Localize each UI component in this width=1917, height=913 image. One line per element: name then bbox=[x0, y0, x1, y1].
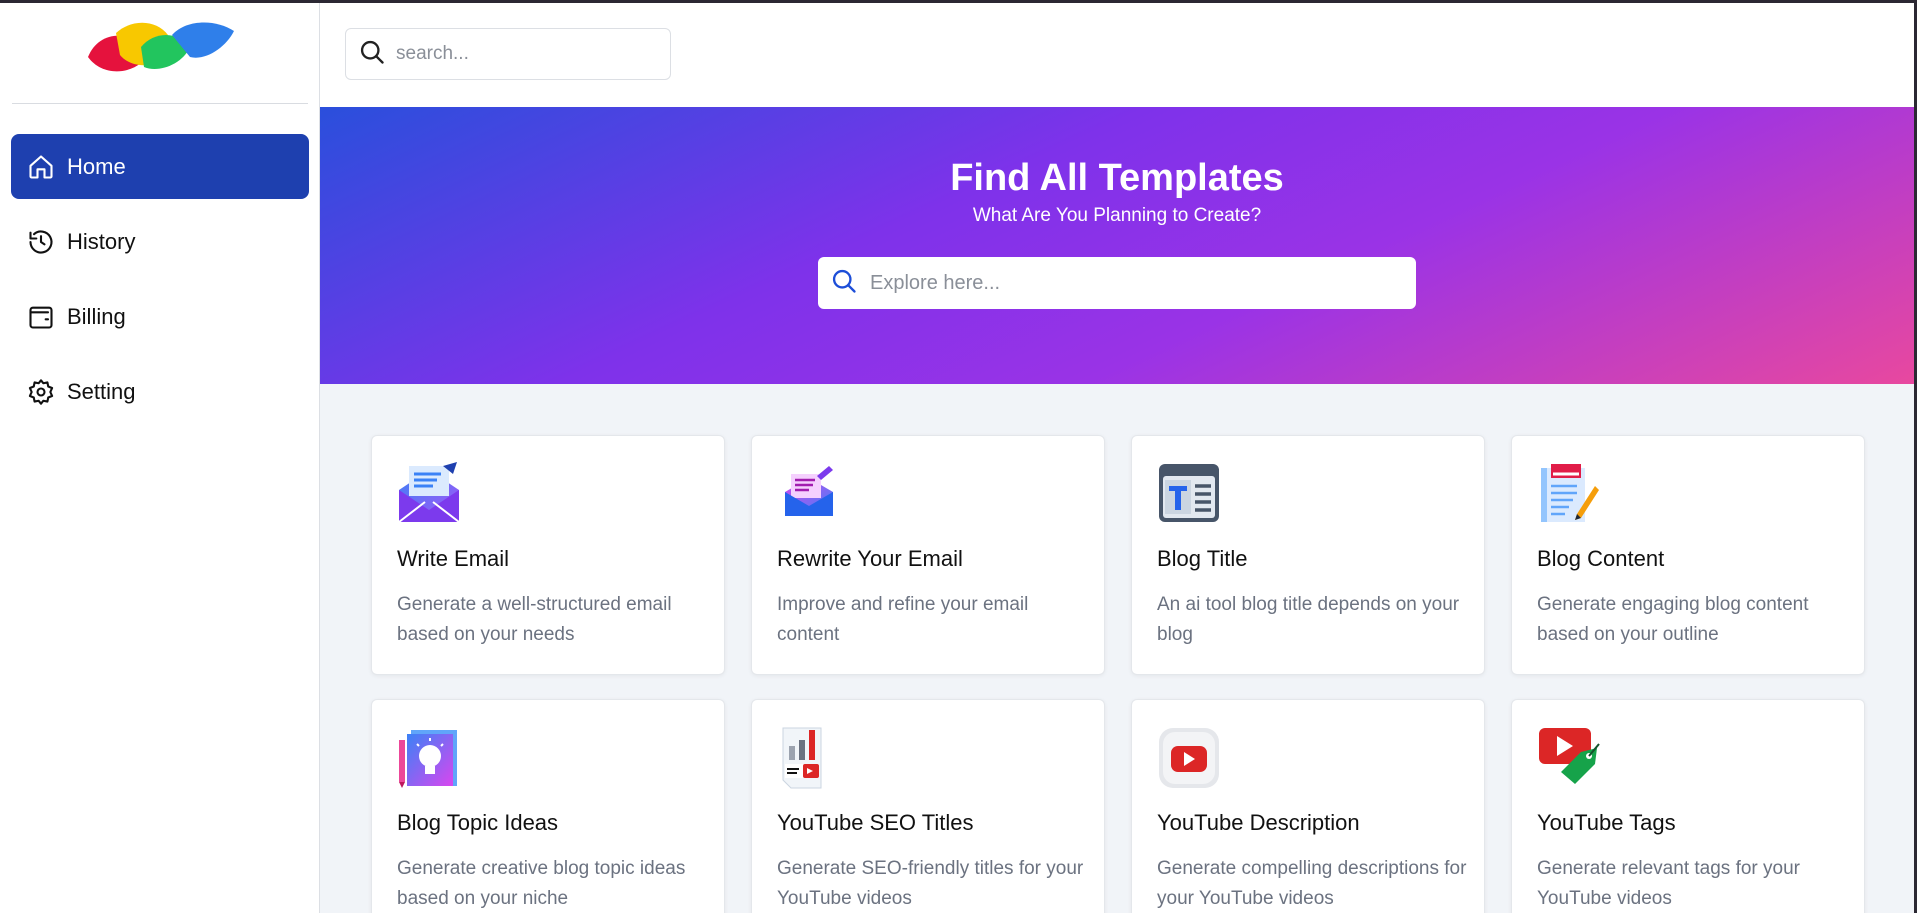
template-search-input[interactable] bbox=[870, 271, 1410, 295]
template-card-youtube-seo-titles[interactable]: YouTube SEO Titles Generate SEO-friendly… bbox=[751, 699, 1105, 913]
template-area: Write Email Generate a well-structured e… bbox=[320, 384, 1914, 913]
template-title: Rewrite Your Email bbox=[777, 546, 963, 571]
template-card-rewrite-email[interactable]: Rewrite Your Email Improve and refine yo… bbox=[751, 435, 1105, 675]
template-description: Improve and refine your email content bbox=[777, 594, 1029, 645]
email-edit-icon bbox=[777, 462, 841, 526]
youtube-play-icon bbox=[1157, 726, 1221, 790]
history-icon bbox=[27, 228, 55, 256]
sidebar-item-label: History bbox=[67, 228, 136, 254]
sidebar-nav: Home History Billing Setting bbox=[11, 134, 309, 434]
sidebar-item-home[interactable]: Home bbox=[11, 134, 309, 199]
youtube-tag-icon bbox=[1537, 726, 1601, 790]
logo-divider bbox=[12, 103, 308, 104]
template-title: YouTube SEO Titles bbox=[777, 810, 974, 835]
search-icon bbox=[358, 38, 396, 71]
template-description: Generate creative blog topic ideas based… bbox=[397, 858, 686, 909]
template-title: YouTube Tags bbox=[1537, 810, 1676, 835]
sidebar: Home History Billing Setting bbox=[0, 3, 320, 913]
sidebar-item-label: Home bbox=[67, 153, 126, 179]
template-card-blog-content[interactable]: Blog Content Generate engaging blog cont… bbox=[1511, 435, 1865, 675]
lightbulb-idea-icon bbox=[397, 726, 461, 790]
template-title: Blog Topic Ideas bbox=[397, 810, 559, 835]
template-description: Generate relevant tags for your YouTube … bbox=[1537, 858, 1800, 909]
template-description: Generate engaging blog content based on … bbox=[1537, 594, 1809, 645]
template-title: Write Email bbox=[397, 546, 510, 571]
sidebar-item-billing[interactable]: Billing bbox=[11, 284, 309, 349]
sidebar-item-history[interactable]: History bbox=[11, 209, 309, 274]
wallet-icon bbox=[27, 303, 55, 331]
hero-subtitle: What Are You Planning to Create? bbox=[972, 205, 1262, 226]
template-description: Generate SEO-friendly titles for your Yo… bbox=[777, 858, 1084, 909]
youtube-seo-icon bbox=[777, 726, 841, 790]
template-card-blog-title[interactable]: Blog Title An ai tool blog title depends… bbox=[1131, 435, 1485, 675]
topbar bbox=[320, 3, 1914, 107]
template-title: Blog Title bbox=[1157, 546, 1248, 571]
top-search-box[interactable] bbox=[345, 28, 671, 80]
template-description: Generate a well-structured email based o… bbox=[397, 594, 672, 645]
template-description: Generate compelling descriptions for you… bbox=[1157, 858, 1467, 909]
app-logo[interactable] bbox=[86, 17, 236, 77]
template-card-youtube-tags[interactable]: YouTube Tags Generate relevant tags for … bbox=[1511, 699, 1865, 913]
template-title: YouTube Description bbox=[1157, 810, 1360, 835]
sidebar-item-setting[interactable]: Setting bbox=[11, 359, 309, 424]
template-description: An ai tool blog title depends on your bl… bbox=[1157, 594, 1460, 645]
hero-search-box[interactable] bbox=[818, 257, 1416, 309]
email-envelope-icon bbox=[397, 462, 461, 526]
blog-title-icon bbox=[1157, 462, 1221, 526]
home-icon bbox=[27, 153, 55, 181]
template-card-write-email[interactable]: Write Email Generate a well-structured e… bbox=[371, 435, 725, 675]
sidebar-item-label: Setting bbox=[67, 378, 136, 404]
search-icon bbox=[830, 267, 870, 300]
hero-banner: Find All Templates What Are You Planning… bbox=[320, 107, 1914, 384]
template-card-youtube-description[interactable]: YouTube Description Generate compelling … bbox=[1131, 699, 1485, 913]
sidebar-item-label: Billing bbox=[67, 303, 126, 329]
gear-icon bbox=[27, 378, 55, 406]
blog-content-icon bbox=[1537, 462, 1601, 526]
template-card-blog-topic-ideas[interactable]: Blog Topic Ideas Generate creative blog … bbox=[371, 699, 725, 913]
hero-title: Find All Templates bbox=[950, 157, 1284, 199]
template-title: Blog Content bbox=[1537, 546, 1665, 571]
top-search-input[interactable] bbox=[396, 43, 656, 65]
